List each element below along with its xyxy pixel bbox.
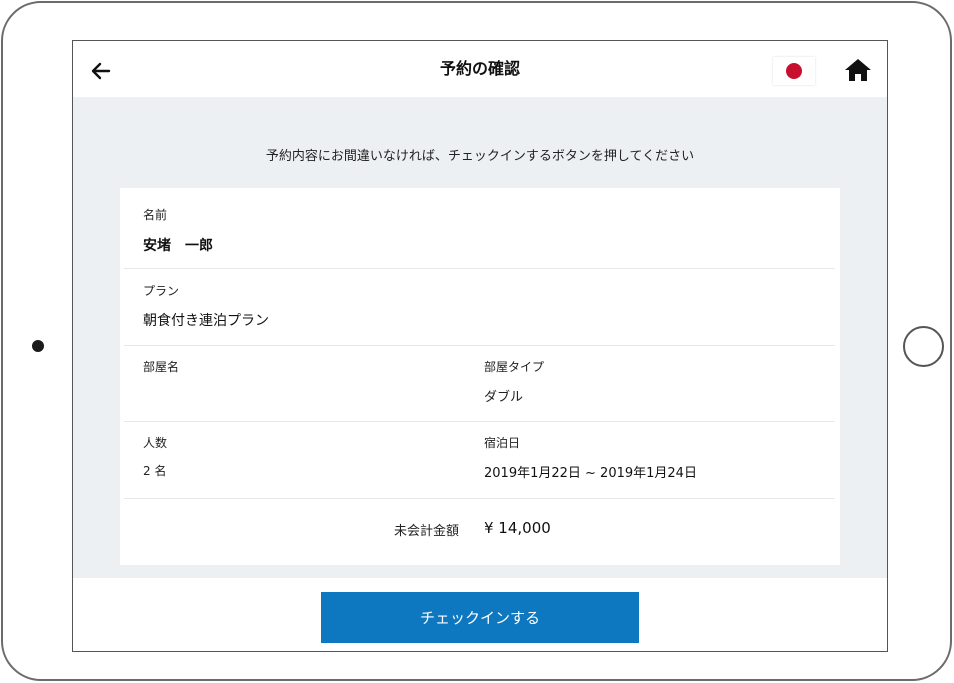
instruction-text: 予約内容にお間違いなければ、チェックインするボタンを押してください bbox=[265, 149, 695, 164]
plan-row: プラン 朝食付き連泊プラン bbox=[124, 269, 835, 346]
device-home-button[interactable] bbox=[903, 326, 944, 367]
guests-label: 人数 bbox=[143, 436, 168, 450]
language-switch-button[interactable] bbox=[773, 57, 815, 85]
room-row: 部屋名 部屋タイプ ダブル bbox=[124, 346, 835, 422]
room-type-label: 部屋タイプ bbox=[484, 360, 545, 374]
unpaid-total-value: ¥ 14,000 bbox=[484, 519, 551, 537]
home-icon bbox=[845, 59, 871, 81]
header-bar: 予約の確認 bbox=[73, 41, 887, 97]
japan-flag-icon bbox=[786, 63, 802, 79]
plan-value: 朝食付き連泊プラン bbox=[143, 313, 269, 329]
stay-dates-value: 2019年1月22日 ~ 2019年1月24日 bbox=[484, 466, 697, 481]
main-content: 予約内容にお間違いなければ、チェックインするボタンを押してください 名前 安堵 … bbox=[73, 97, 887, 578]
unpaid-total-label: 未会計金額 bbox=[394, 524, 460, 539]
home-button[interactable] bbox=[844, 57, 872, 83]
page-title: 予約の確認 bbox=[439, 59, 520, 78]
guests-dates-row: 人数 2 名 宿泊日 2019年1月22日 ~ 2019年1月24日 bbox=[124, 422, 835, 499]
camera-dot bbox=[32, 340, 44, 352]
room-name-label: 部屋名 bbox=[143, 360, 180, 374]
tablet-frame: 予約の確認 予約内容にお間違いなければ、チェックインするボタンを押してください … bbox=[1, 1, 952, 681]
app-screen: 予約の確認 予約内容にお間違いなければ、チェックインするボタンを押してください … bbox=[72, 40, 888, 652]
guests-value: 2 名 bbox=[143, 464, 167, 478]
reservation-card: 名前 安堵 一郎 プラン 朝食付き連泊プラン 部屋名 部屋タイプ ダブル 人数 … bbox=[120, 188, 840, 565]
name-row: 名前 安堵 一郎 bbox=[124, 188, 835, 269]
total-row: 未会計金額 ¥ 14,000 bbox=[124, 499, 835, 565]
plan-label: プラン bbox=[143, 284, 180, 298]
footer-bar: チェックインする bbox=[73, 578, 887, 651]
room-type-value: ダブル bbox=[484, 390, 524, 405]
name-label: 名前 bbox=[143, 208, 168, 222]
stay-dates-label: 宿泊日 bbox=[484, 436, 521, 450]
name-value: 安堵 一郎 bbox=[143, 238, 213, 254]
checkin-button[interactable]: チェックインする bbox=[321, 592, 639, 643]
